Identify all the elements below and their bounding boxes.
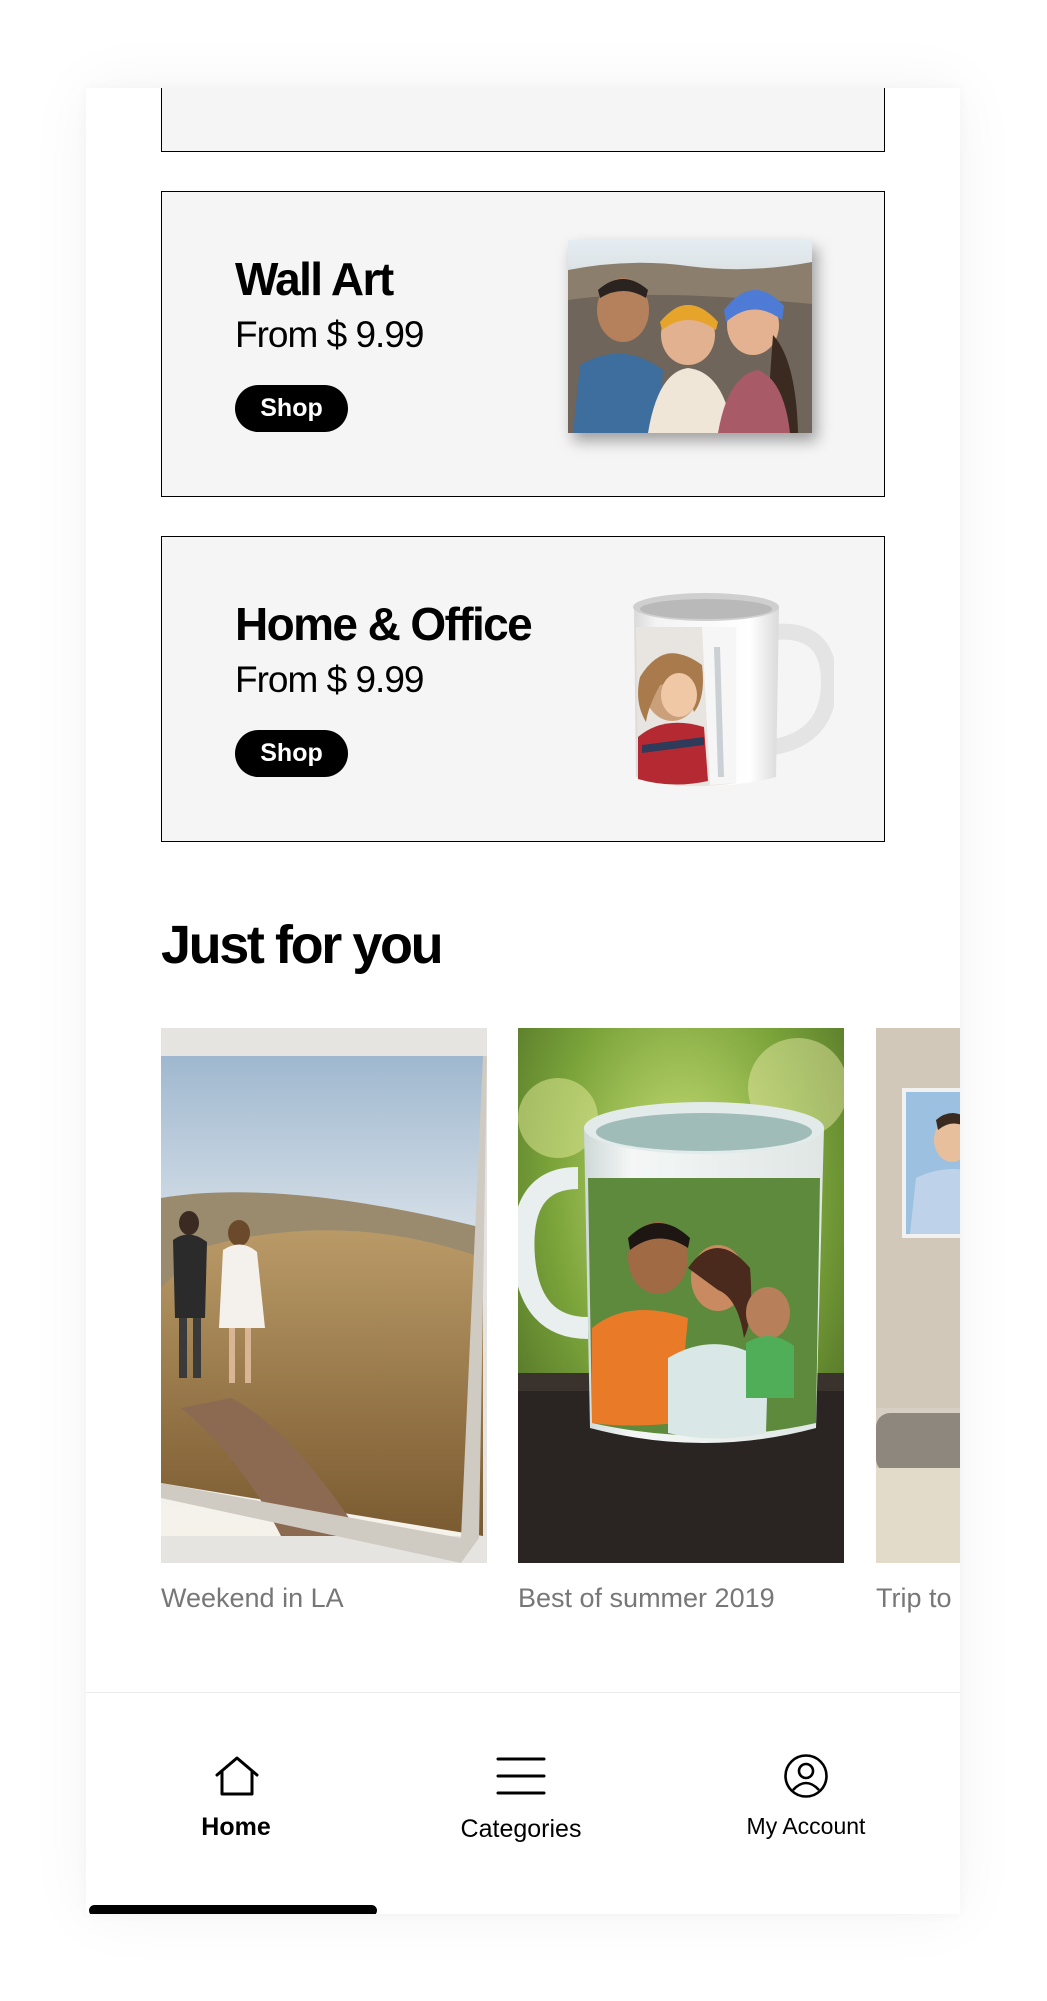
recommendation-label: Trip to: [876, 1583, 952, 1613]
shop-button[interactable]: Shop: [235, 730, 348, 777]
user-circle-icon: [784, 1754, 828, 1798]
family-photo-illustration: [568, 240, 812, 433]
tab-label: Home: [201, 1813, 271, 1841]
recommendation-image: [161, 1028, 487, 1563]
category-card-partial[interactable]: [161, 88, 885, 152]
category-title: Home & Office: [235, 598, 533, 650]
tab-label: Categories: [460, 1815, 582, 1843]
canvas-photo-illustration: [161, 1028, 487, 1563]
category-card-home-office[interactable]: Home & Office From $ 9.99 Shop: [161, 536, 885, 842]
recommendation-label: Weekend in LA: [161, 1583, 344, 1613]
tab-categories[interactable]: Categories: [431, 1693, 611, 1843]
category-price: From $ 9.99: [235, 659, 424, 700]
bottom-tab-bar: Home Categories My Account: [86, 1692, 960, 1914]
wall-art-product-image: [568, 240, 812, 433]
shop-button[interactable]: Shop: [235, 385, 348, 432]
mug-product-image: [633, 593, 834, 787]
recommendation-image: [876, 1028, 960, 1563]
section-title: Just for you: [161, 915, 444, 975]
category-price: From $ 9.99: [235, 314, 424, 355]
app-screen: Wall Art From $ 9.99 Shop Home & Office …: [86, 88, 960, 1914]
tab-label: My Account: [746, 1813, 866, 1839]
house-icon: [215, 1756, 259, 1796]
room-photo-illustration: [876, 1028, 960, 1563]
home-indicator: [89, 1905, 377, 1914]
menu-icon: [496, 1757, 546, 1795]
category-title: Wall Art: [235, 253, 394, 305]
category-card-wall-art[interactable]: Wall Art From $ 9.99 Shop: [161, 191, 885, 497]
tab-home[interactable]: Home: [146, 1693, 326, 1843]
recommendation-image: [518, 1028, 844, 1563]
recommendation-label: Best of summer 2019: [518, 1583, 775, 1613]
tab-my-account[interactable]: My Account: [706, 1693, 906, 1843]
mug-photo-illustration: [518, 1028, 844, 1563]
